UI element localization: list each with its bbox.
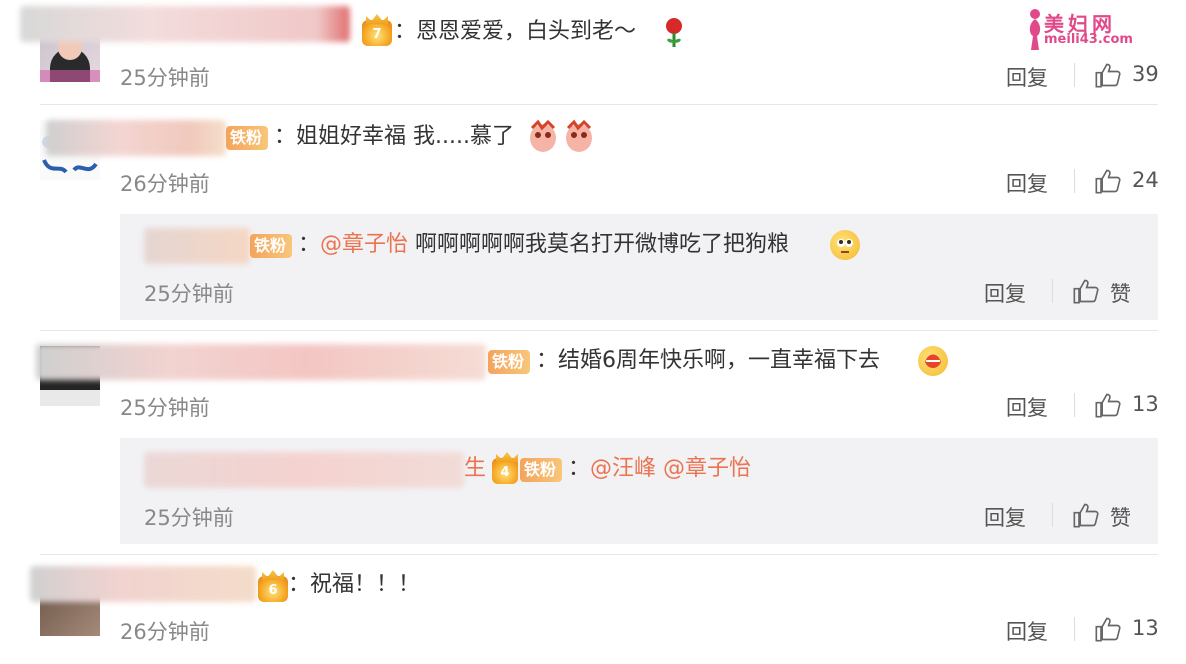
comment-time: 25分钟前 [120,396,210,420]
comment-divider [40,104,1158,105]
thumbs-up-icon[interactable] [1072,501,1100,529]
thumbs-up-icon[interactable] [1094,615,1122,643]
comment-item: 铁粉 ：结婚6周年快乐啊，一直幸福下去 25分钟前 回复 13 [0,334,1186,434]
username-blurred[interactable] [144,452,464,488]
username-blurred[interactable] [36,344,486,380]
mention-link[interactable]: @章子怡 [663,456,751,481]
comment-time: 25分钟前 [120,66,210,90]
reply-box: 生 4 铁粉 ：@汪峰 @章子怡 25分钟前 回复 赞 [120,438,1158,544]
like-count: 24 [1132,168,1159,192]
divider [1052,279,1053,303]
reply-content: 啊啊啊啊啊我莫名打开微博吃了把狗粮 [408,232,790,257]
username-blurred[interactable] [20,6,350,42]
mention-link[interactable]: @汪峰 [590,456,656,481]
divider [1074,617,1075,641]
comment-text: ：祝福！！！ [288,572,421,597]
username-blurred[interactable] [144,228,250,264]
like-button[interactable]: 赞 [1110,278,1131,308]
username-suffix[interactable]: 生 [464,454,486,484]
reply-button[interactable]: 回复 [984,278,1026,308]
reply-button[interactable]: 回复 [984,502,1026,532]
comment-item: 6 ：祝福！！！ 26分钟前 回复 13 [0,558,1186,664]
mention-link[interactable]: @章子怡 [320,232,408,257]
emoji-icon [918,346,948,376]
like-count: 13 [1132,392,1159,416]
divider [1074,169,1075,193]
like-count: 13 [1132,616,1159,640]
reply-button[interactable]: 回复 [1006,168,1048,198]
fan-badge: 铁粉 [226,126,269,150]
like-button[interactable]: 赞 [1110,502,1131,532]
comment-divider [40,330,1158,331]
fan-badge: 铁粉 [250,234,293,258]
username-blurred[interactable] [30,566,256,602]
reply-box: 铁粉 ：@章子怡 啊啊啊啊啊我莫名打开微博吃了把狗粮 25分钟前 回复 赞 [120,214,1158,320]
comment-item: 7 ：恩恩爱爱，白头到老～ 25分钟前 回复 39 [0,0,1186,100]
reply-button[interactable]: 回复 [1006,62,1048,92]
reply-text: ：@汪峰 @章子怡 [568,456,752,481]
thumbs-up-icon[interactable] [1094,167,1122,195]
emoji-icon [526,118,560,154]
thumbs-up-icon[interactable] [1072,277,1100,305]
reply-time: 25分钟前 [144,506,234,530]
fan-badge: 铁粉 [520,458,563,482]
thumbs-up-icon[interactable] [1094,391,1122,419]
comment-text: ：姐姐好幸福 我.....慕了 [274,124,514,149]
comment-time: 26分钟前 [120,172,210,196]
divider [1074,63,1075,87]
comment-time: 26分钟前 [120,620,210,644]
comment-divider [40,554,1158,555]
divider [1052,503,1053,527]
comment-text: ：结婚6周年快乐啊，一直幸福下去 [536,348,880,373]
thumbs-up-icon[interactable] [1094,61,1122,89]
fan-badge: 铁粉 [488,350,531,374]
reply-button[interactable]: 回复 [1006,392,1048,422]
emoji-icon [562,118,596,154]
divider [1074,393,1075,417]
vip-crown-badge: 4 [492,458,518,484]
reply-time: 25分钟前 [144,282,234,306]
reply-text: ：@章子怡 啊啊啊啊啊我莫名打开微博吃了把狗粮 [298,232,790,257]
emoji-icon [830,230,860,260]
rose-icon [660,17,688,49]
reply-button[interactable]: 回复 [1006,616,1048,646]
comment-text: ：恩恩爱爱，白头到老～ [394,19,637,44]
like-count: 39 [1132,62,1159,86]
vip-crown-badge: 6 [258,576,288,602]
vip-crown-badge: 7 [362,20,392,46]
comment-item: 铁粉 ：姐姐好幸福 我.....慕了 26分钟前 回复 24 [0,110,1186,210]
username-blurred[interactable] [46,120,226,156]
